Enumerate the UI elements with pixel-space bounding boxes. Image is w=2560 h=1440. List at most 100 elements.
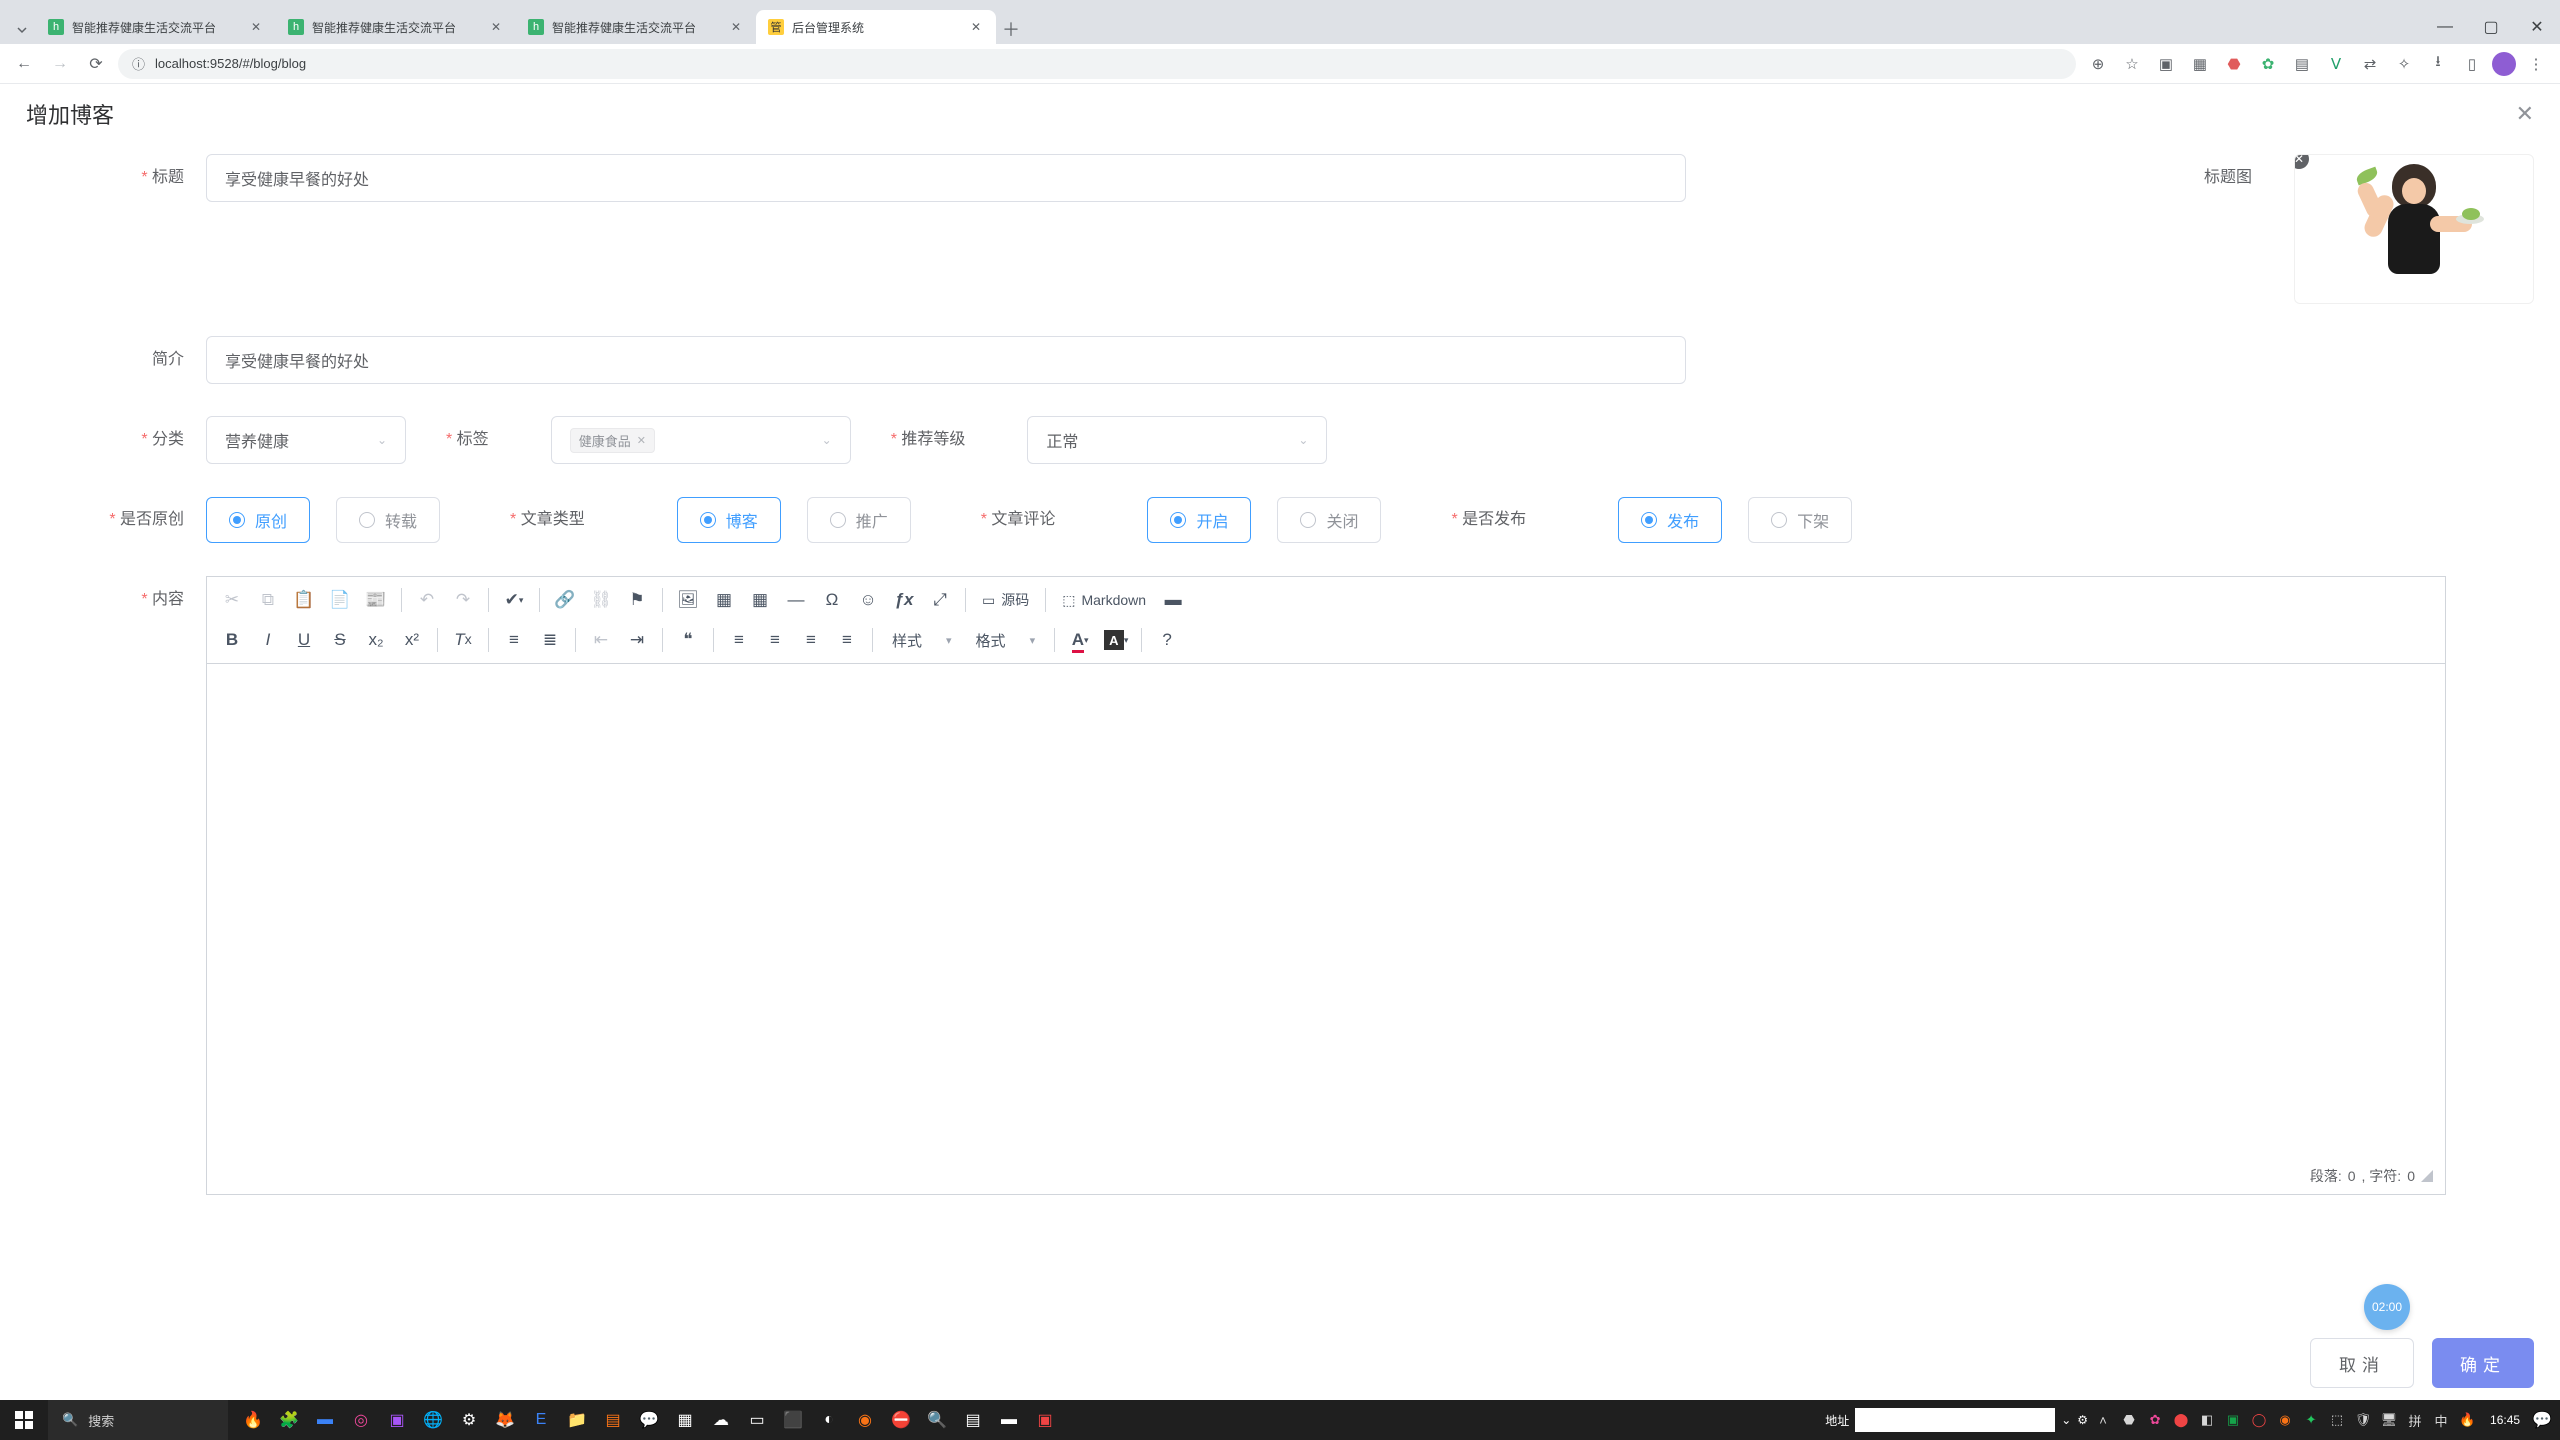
tray-icon[interactable]: ◧ [2196, 1409, 2218, 1431]
app-icon[interactable]: 📁 [560, 1403, 594, 1437]
radio-promo[interactable]: 推广 [807, 497, 911, 543]
app-icon[interactable]: ▦ [668, 1403, 702, 1437]
tray-icon[interactable]: ✦ [2300, 1409, 2322, 1431]
kebab-menu-icon[interactable]: ⋮ [2522, 50, 2550, 78]
paste-text-icon[interactable]: 📄 [323, 583, 357, 617]
bold-icon[interactable]: B [215, 623, 249, 657]
radio-repost[interactable]: 转载 [336, 497, 440, 543]
align-right-icon[interactable]: ≡ [794, 623, 828, 657]
markdown-paste-icon[interactable]: ▬ [1156, 583, 1190, 617]
image-icon[interactable]: 🖼 [671, 583, 705, 617]
app-icon[interactable]: ☁ [704, 1403, 738, 1437]
ext5-icon[interactable]: ▤ [2288, 50, 2316, 78]
ul-icon[interactable]: ≣ [533, 623, 567, 657]
app-icon[interactable]: ◐ [812, 1403, 846, 1437]
paste-icon[interactable]: 📋 [287, 583, 321, 617]
radio-publish[interactable]: 发布 [1618, 497, 1722, 543]
ext4-icon[interactable]: ✿ [2254, 50, 2282, 78]
site-info-icon[interactable]: ⓘ [132, 54, 145, 73]
undo-icon[interactable]: ↶ [410, 583, 444, 617]
title-input-field[interactable] [225, 169, 1667, 187]
tray-icon[interactable]: ⬤ [2170, 1409, 2192, 1431]
radio-blog[interactable]: 博客 [677, 497, 781, 543]
cancel-button[interactable]: 取消 [2310, 1338, 2414, 1388]
radio-comment-on[interactable]: 开启 [1147, 497, 1251, 543]
app-icon[interactable]: ◉ [848, 1403, 882, 1437]
dialog-close-icon[interactable]: ✕ [2516, 101, 2534, 127]
app-icon[interactable]: ▬ [308, 1403, 342, 1437]
app-icon[interactable]: ▬ [992, 1403, 1026, 1437]
app-icon[interactable]: ⛔ [884, 1403, 918, 1437]
ext2-icon[interactable]: ▦ [2186, 50, 2214, 78]
intro-input-field[interactable] [225, 351, 1667, 369]
align-center-icon[interactable]: ≡ [758, 623, 792, 657]
align-left-icon[interactable]: ≡ [722, 623, 756, 657]
emoji-icon[interactable]: ☺ [851, 583, 885, 617]
app-icon[interactable]: ▣ [380, 1403, 414, 1437]
italic-icon[interactable]: I [251, 623, 285, 657]
zoom-icon[interactable]: ⊕ [2084, 50, 2112, 78]
app-icon[interactable]: 💬 [632, 1403, 666, 1437]
app-icon[interactable]: 🌐 [416, 1403, 450, 1437]
app-icon[interactable]: ▣ [1028, 1403, 1062, 1437]
markdown-button[interactable]: ⬚ Markdown [1054, 583, 1154, 617]
tray-icon[interactable]: ⬚ [2326, 1409, 2348, 1431]
tray-icon[interactable]: 🖥 [2378, 1409, 2400, 1431]
tag-chip[interactable]: 健康食品 ✕ [570, 428, 655, 453]
table-icon[interactable]: ▦ [743, 583, 777, 617]
ext1-icon[interactable]: ▣ [2152, 50, 2180, 78]
radio-original[interactable]: 原创 [206, 497, 310, 543]
unlink-icon[interactable]: ⛓ [584, 583, 618, 617]
superscript-icon[interactable]: x² [395, 623, 429, 657]
tab-search-caret[interactable] [8, 16, 36, 44]
ime-input[interactable] [1855, 1408, 2055, 1432]
text-color-icon[interactable]: A▾ [1063, 623, 1097, 657]
subscript-icon[interactable]: x₂ [359, 623, 393, 657]
taskbar-clock[interactable]: 16:45 [2482, 1413, 2528, 1427]
app-icon[interactable]: ▭ [740, 1403, 774, 1437]
translate-icon[interactable]: ⇄ [2356, 50, 2384, 78]
tray-icon[interactable]: 🛡 [2352, 1409, 2374, 1431]
remove-image-icon[interactable]: ✕ [2294, 154, 2309, 169]
new-tab-button[interactable]: ＋ [996, 14, 1026, 44]
tray-icon[interactable]: ✿ [2144, 1409, 2166, 1431]
taskbar-search[interactable]: 🔍 搜索 [48, 1400, 228, 1440]
tray-lang[interactable]: 拼 [2404, 1409, 2426, 1431]
tray-lang[interactable]: 中 [2430, 1409, 2452, 1431]
app-icon[interactable]: E [524, 1403, 558, 1437]
paste-word-icon[interactable]: 📰 [359, 583, 393, 617]
title-input[interactable] [206, 154, 1686, 202]
codesnippet-icon[interactable]: ▦ [707, 583, 741, 617]
tray-icon[interactable]: ◉ [2274, 1409, 2296, 1431]
radio-unpublish[interactable]: 下架 [1748, 497, 1852, 543]
ime-bar[interactable]: 地址 ⌄ ⚙ [1825, 1408, 2088, 1432]
resize-grip-icon[interactable] [2421, 1170, 2433, 1182]
close-icon[interactable]: ✕ [248, 19, 264, 35]
app-icon[interactable]: ⬛ [776, 1403, 810, 1437]
bookmark-star-icon[interactable]: ☆ [2118, 50, 2146, 78]
source-button[interactable]: ▭ 源码 [974, 583, 1037, 617]
minimize-button[interactable]: ― [2422, 10, 2468, 44]
app-icon[interactable]: ▤ [596, 1403, 630, 1437]
extensions-icon[interactable]: ✧ [2390, 50, 2418, 78]
ext6-icon[interactable]: Ⅴ [2322, 50, 2350, 78]
blockquote-icon[interactable]: ❝ [671, 623, 705, 657]
hr-icon[interactable]: ― [779, 583, 813, 617]
notifications-icon[interactable]: 💬 [2532, 1410, 2552, 1430]
underline-icon[interactable]: U [287, 623, 321, 657]
close-window-button[interactable]: ✕ [2514, 10, 2560, 44]
app-icon[interactable]: 🔍 [920, 1403, 954, 1437]
link-icon[interactable]: 🔗 [548, 583, 582, 617]
ol-icon[interactable]: ≡ [497, 623, 531, 657]
reload-button[interactable]: ⟳ [82, 50, 110, 78]
app-icon[interactable]: ▤ [956, 1403, 990, 1437]
tray-icon[interactable]: 🔥 [2456, 1409, 2478, 1431]
remove-format-icon[interactable]: Tx [446, 623, 480, 657]
ime-caret-icon[interactable]: ⌄ [2061, 1413, 2071, 1427]
tray-up-icon[interactable]: ˄ [2092, 1409, 2114, 1431]
back-button[interactable]: ← [10, 50, 38, 78]
tray-icon[interactable]: ▣ [2222, 1409, 2244, 1431]
timer-badge[interactable]: 02:00 [2364, 1284, 2410, 1330]
indent-icon[interactable]: ⇥ [620, 623, 654, 657]
help-icon[interactable]: ? [1150, 623, 1184, 657]
